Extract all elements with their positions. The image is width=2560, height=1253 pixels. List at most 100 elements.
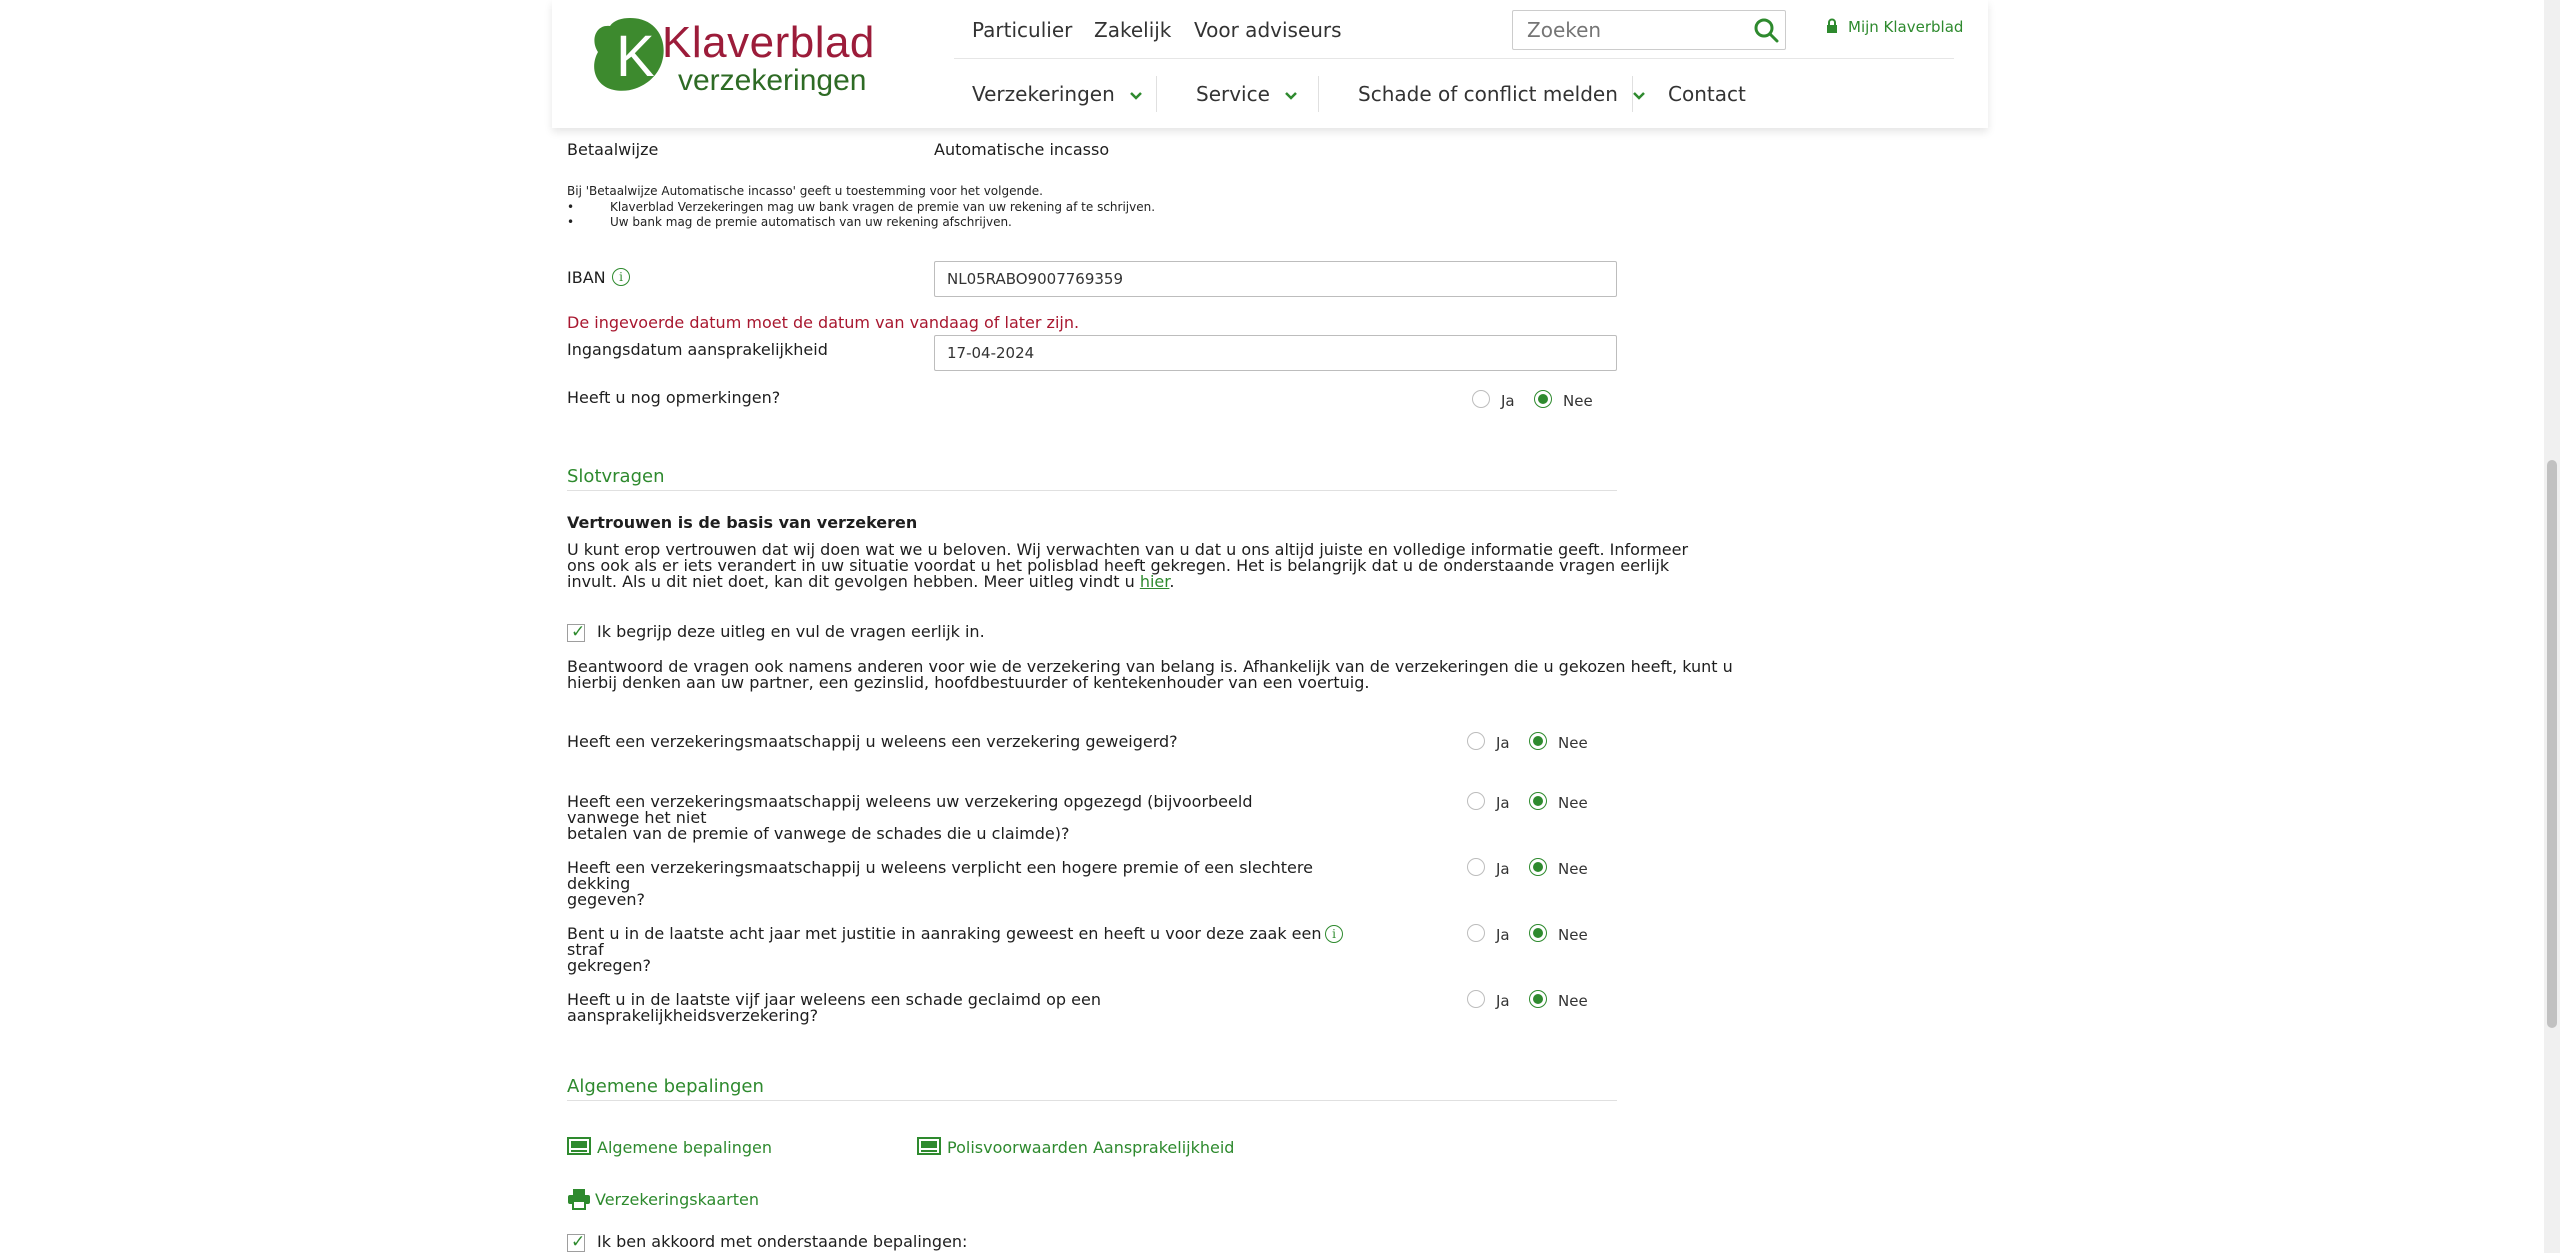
radio-label-nee: Nee (1558, 926, 1588, 944)
lock-icon (1827, 18, 1837, 33)
pdf-icon[interactable] (567, 1137, 593, 1157)
question-5-nee-radio[interactable] (1529, 990, 1547, 1008)
question-1-ja-radio[interactable] (1467, 732, 1485, 750)
bullet: • (567, 215, 575, 229)
ingangsdatum-label: Ingangsdatum aansprakelijkheid (567, 340, 828, 359)
nav-schade-melden-label: Schade of conflict melden (1358, 82, 1618, 106)
clover-k-logo-icon[interactable]: K (588, 14, 670, 96)
info-icon[interactable]: i (612, 268, 630, 286)
site-header: K Klaverblad verzekeringen Particulier Z… (552, 0, 1988, 128)
question-4-line-2: gekregen? (567, 956, 651, 975)
consent-item-1: Klaverblad Verzekeringen mag uw bank vra… (610, 200, 1156, 214)
radio-label-ja: Ja (1496, 992, 1510, 1010)
slotvragen-title: Slotvragen (567, 466, 665, 487)
opmerkingen-ja-radio[interactable] (1472, 390, 1490, 408)
check-icon: ✓ (571, 1232, 586, 1252)
header-divider (954, 58, 1954, 59)
nav-separator (1318, 76, 1319, 112)
bullet: • (567, 200, 575, 214)
toplink-voor-adviseurs[interactable]: Voor adviseurs (1194, 18, 1342, 42)
section-divider (567, 1100, 1617, 1101)
radio-label-nee: Nee (1558, 860, 1588, 878)
algemene-bepalingen-link[interactable]: Algemene bepalingen (597, 1138, 772, 1157)
question-2-nee-radio[interactable] (1529, 792, 1547, 810)
consent-bullet-2: • (567, 214, 574, 230)
question-1: Heeft een verzekeringsmaatschappij u wel… (567, 734, 1327, 750)
radio-label-ja: Ja (1496, 794, 1510, 812)
section-divider (567, 490, 1617, 491)
radio-label-nee: Nee (1563, 392, 1593, 410)
pdf-icon[interactable] (917, 1137, 943, 1157)
printer-icon[interactable] (567, 1188, 591, 1210)
verzekeringskaarten-link[interactable]: Verzekeringskaarten (595, 1190, 759, 1209)
scrollbar-thumb[interactable] (2547, 460, 2557, 1028)
nav-contact[interactable]: Contact (1668, 82, 1746, 106)
consent-bullet-1: • (567, 199, 574, 215)
algemene-title: Algemene bepalingen (567, 1076, 764, 1097)
search-input[interactable] (1525, 17, 1739, 43)
question-4-ja-radio[interactable] (1467, 924, 1485, 942)
question-1-line-1: Heeft een verzekeringsmaatschappij u wel… (567, 732, 1178, 751)
question-5-line-1: Heeft u in de laatste vijf jaar weleens … (567, 990, 1101, 1025)
nav-separator (1156, 76, 1157, 112)
search-box (1512, 10, 1786, 50)
question-2: Heeft een verzekeringsmaatschappij welee… (567, 794, 1327, 842)
nav-service[interactable]: Service (1196, 82, 1298, 106)
ingangsdatum-input[interactable]: 17-04-2024 (934, 335, 1617, 371)
answer-line-2: hierbij denken aan uw partner, een gezin… (567, 673, 1370, 692)
nav-service-label: Service (1196, 82, 1270, 106)
radio-label-ja: Ja (1496, 860, 1510, 878)
svg-text:K: K (616, 24, 655, 89)
toplink-particulier[interactable]: Particulier (972, 18, 1072, 42)
consent-item-2: Uw bank mag de premie automatisch van uw… (610, 215, 1012, 229)
iban-input[interactable]: NL05RABO9007769359 (934, 261, 1617, 297)
question-3: Heeft een verzekeringsmaatschappij u wel… (567, 860, 1327, 908)
betaalwijze-value: Automatische incasso (934, 140, 1110, 159)
question-4: Bent u in de laatste acht jaar met justi… (567, 926, 1327, 974)
check-icon: ✓ (571, 622, 586, 642)
consent-intro: Bij 'Betaalwijze Automatische incasso' g… (567, 184, 1043, 198)
toplink-zakelijk[interactable]: Zakelijk (1094, 18, 1171, 42)
chevron-down-icon (1633, 92, 1646, 100)
search-icon[interactable] (1753, 17, 1779, 43)
question-3-line-2: gegeven? (567, 890, 645, 909)
radio-label-nee: Nee (1558, 992, 1588, 1010)
chevron-down-icon (1130, 92, 1143, 100)
question-5: Heeft u in de laatste vijf jaar weleens … (567, 992, 1327, 1024)
intro-line-3-text: invult. Als u dit niet doet, kan dit gev… (567, 572, 1140, 591)
polisvoorwaarden-link[interactable]: Polisvoorwaarden Aansprakelijkheid (947, 1138, 1234, 1157)
question-5-ja-radio[interactable] (1467, 990, 1485, 1008)
question-1-nee-radio[interactable] (1529, 732, 1547, 750)
question-3-ja-radio[interactable] (1467, 858, 1485, 876)
question-2-ja-radio[interactable] (1467, 792, 1485, 810)
opmerkingen-nee-radio[interactable] (1534, 390, 1552, 408)
akkoord-checkbox[interactable]: ✓ (567, 1232, 586, 1252)
radio-label-nee: Nee (1558, 794, 1588, 812)
info-icon[interactable]: i (1325, 925, 1343, 943)
nav-verzekeringen-label: Verzekeringen (972, 82, 1115, 106)
nav-schade-melden[interactable]: Schade of conflict melden (1358, 82, 1646, 106)
agree-checkbox[interactable]: ✓ (567, 622, 586, 642)
betaalwijze-label: Betaalwijze (567, 140, 659, 159)
date-error-message: De ingevoerde datum moet de datum van va… (567, 313, 1080, 332)
meer-uitleg-link[interactable]: hier (1140, 572, 1170, 591)
question-4-line-1: Bent u in de laatste acht jaar met justi… (567, 924, 1322, 959)
radio-label-ja: Ja (1496, 734, 1510, 752)
akkoord-label: Ik ben akkoord met onderstaande bepaling… (597, 1232, 968, 1251)
question-3-nee-radio[interactable] (1529, 858, 1547, 876)
vertrouwen-subtitle: Vertrouwen is de basis van verzekeren (567, 513, 918, 532)
agree-label: Ik begrijp deze uitleg en vul de vragen … (597, 622, 985, 641)
question-3-line-1: Heeft een verzekeringsmaatschappij u wel… (567, 858, 1313, 893)
nav-verzekeringen[interactable]: Verzekeringen (972, 82, 1143, 106)
intro-line-3-end: . (1169, 572, 1175, 591)
iban-label: IBAN (567, 268, 606, 287)
mijn-klaverblad-link[interactable]: Mijn Klaverblad (1848, 18, 1963, 36)
question-4-nee-radio[interactable] (1529, 924, 1547, 942)
radio-label-ja: Ja (1496, 926, 1510, 944)
intro-line-3: invult. Als u dit niet doet, kan dit gev… (567, 574, 1174, 590)
radio-label-nee: Nee (1558, 734, 1588, 752)
question-2-line-2: betalen van de premie of vanwege de scha… (567, 824, 1070, 843)
nav-separator (1632, 76, 1633, 112)
logo-brand[interactable]: Klaverblad (662, 18, 875, 68)
chevron-down-icon (1285, 92, 1298, 100)
